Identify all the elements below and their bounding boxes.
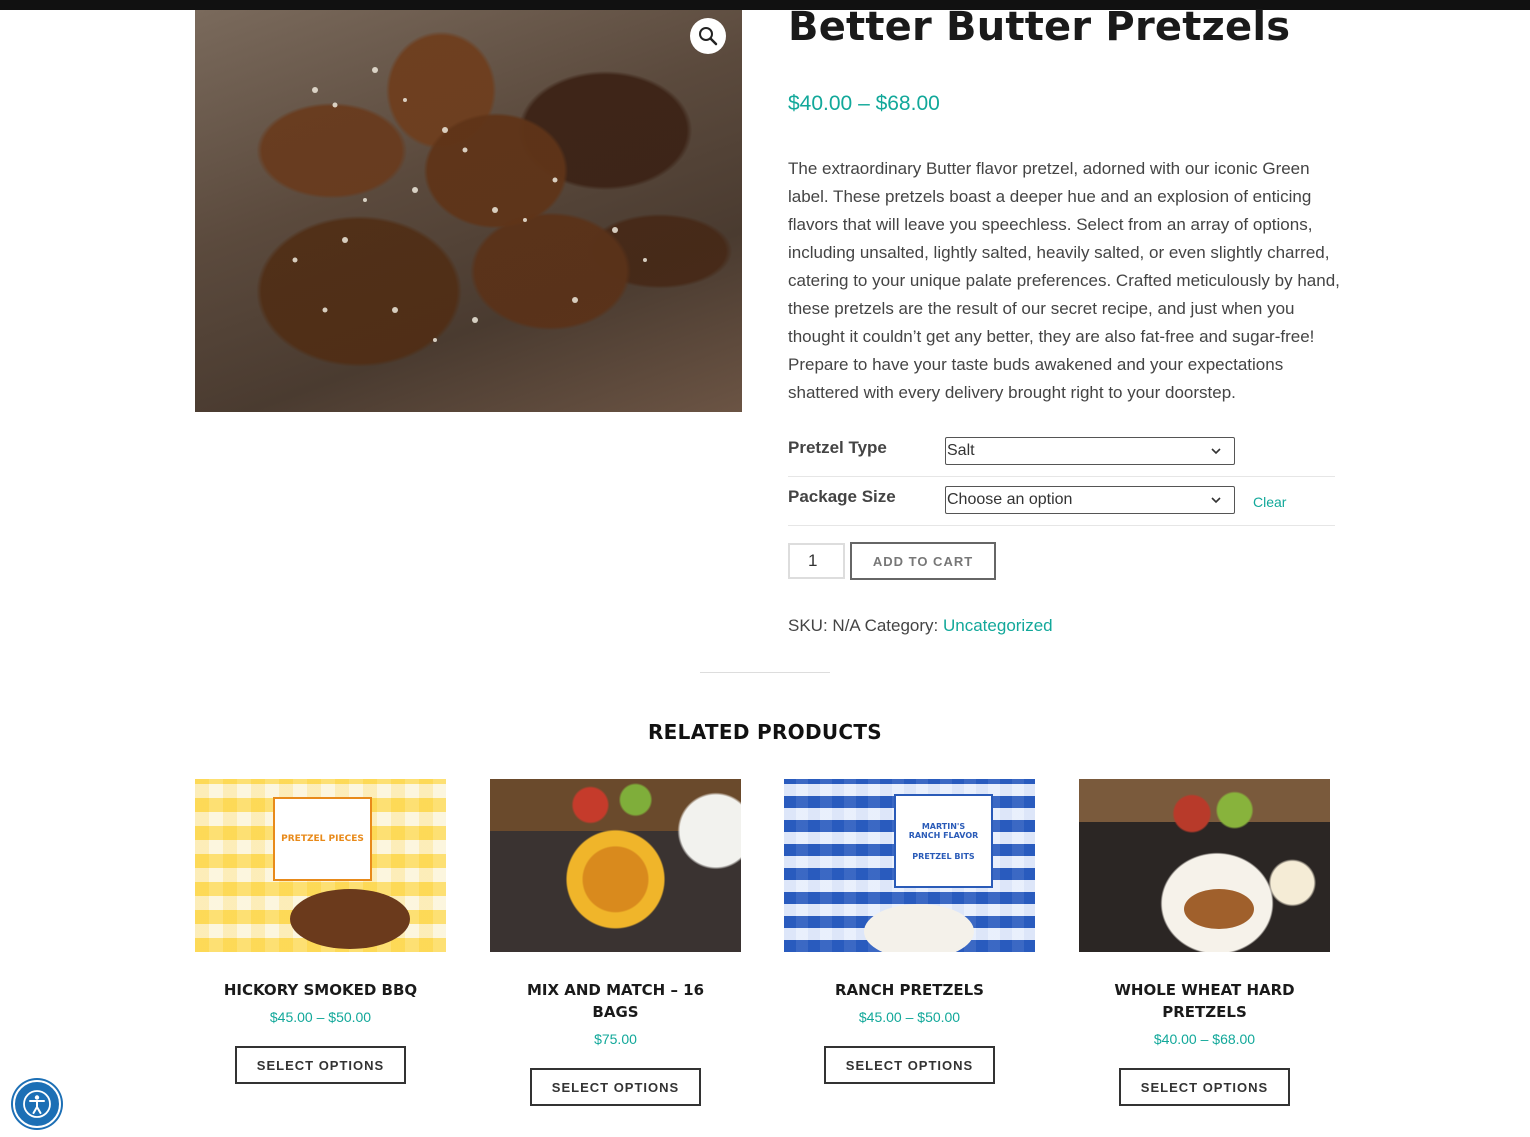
chevron-down-icon (1211, 497, 1221, 504)
accessibility-icon (23, 1090, 51, 1118)
related-product-price: $45.00 – $50.00 (858, 1009, 961, 1025)
snack-bowl (864, 904, 974, 952)
accessibility-button[interactable] (13, 1080, 61, 1128)
select-options-button[interactable]: SELECT OPTIONS (824, 1046, 995, 1084)
related-products-heading: RELATED PRODUCTS (647, 720, 883, 744)
related-product-price: $40.00 – $68.00 (1153, 1031, 1256, 1047)
related-product-title[interactable]: MIX AND MATCH – 16 BAGS (490, 979, 741, 1023)
top-bar (0, 0, 1530, 10)
product-description: The extraordinary Butter flavor pretzel,… (788, 159, 1340, 402)
magnifier-icon (699, 27, 718, 46)
product-meta: SKU: N/A Category: Uncategorized (788, 616, 1053, 636)
related-product-title[interactable]: HICKORY SMOKED BBQ (195, 979, 446, 1001)
related-product-card: WHOLE WHEAT HARD PRETZELS $40.00 – $68.0… (1079, 779, 1330, 1106)
pretzel-type-value: Salt (947, 442, 975, 459)
product-thumbnail[interactable] (1079, 779, 1330, 952)
pretzel-type-label: Pretzel Type (788, 438, 887, 457)
category-link[interactable]: Uncategorized (943, 616, 1053, 635)
bag-brand-text: MARTIN'S RANCH FLAVOR (908, 821, 979, 840)
related-product-title[interactable]: WHOLE WHEAT HARD PRETZELS (1079, 979, 1330, 1023)
related-product-card: MARTIN'S RANCH FLAVOR PRETZEL BITS RANCH… (784, 779, 1035, 1084)
pretzel-plate (1184, 889, 1254, 929)
quantity-input[interactable] (788, 543, 845, 579)
bag-label-text: PRETZEL BITS (912, 851, 975, 861)
package-size-label: Package Size (788, 487, 896, 506)
select-options-button[interactable]: SELECT OPTIONS (235, 1046, 406, 1084)
sku-label: SKU: (788, 616, 828, 635)
product-image[interactable] (195, 10, 742, 412)
product-price: $40.00 – $68.00 (788, 92, 940, 115)
product-thumbnail[interactable]: PRETZEL PIECES (195, 779, 446, 952)
variation-row-pretzel-type: Pretzel Type Salt (788, 428, 1335, 477)
chevron-down-icon (1211, 448, 1221, 455)
add-to-cart-button[interactable]: ADD TO CART (850, 542, 996, 580)
related-product-price: $45.00 – $50.00 (269, 1009, 372, 1025)
select-options-button[interactable]: SELECT OPTIONS (1119, 1068, 1290, 1106)
package-size-value: Choose an option (947, 491, 1073, 508)
product-thumbnail[interactable] (490, 779, 741, 952)
bag-label-text: PRETZEL PIECES (281, 834, 364, 844)
snack-bowl (290, 889, 410, 949)
category-label: Category: (864, 616, 939, 635)
variations-form: Pretzel Type Salt Package Size Choose an… (788, 428, 1335, 526)
product-thumbnail[interactable]: MARTIN'S RANCH FLAVOR PRETZEL BITS (784, 779, 1035, 952)
select-options-button[interactable]: SELECT OPTIONS (530, 1068, 701, 1106)
sku-value: N/A (832, 616, 860, 635)
related-product-card: PRETZEL PIECES HICKORY SMOKED BBQ $45.00… (195, 779, 446, 1084)
bag-label: PRETZEL PIECES (273, 797, 372, 881)
product-title: Better Butter Pretzels (788, 4, 1291, 50)
related-product-price: $75.00 (594, 1031, 637, 1047)
bag-label: MARTIN'S RANCH FLAVOR PRETZEL BITS (894, 794, 993, 888)
related-product-title[interactable]: RANCH PRETZELS (784, 979, 1035, 1001)
clear-variations-link[interactable]: Clear (1253, 494, 1286, 510)
pretzel-photo (292, 67, 647, 342)
variation-row-package-size: Package Size Choose an option Clear (788, 477, 1335, 526)
section-divider (700, 672, 830, 673)
pretzel-type-select[interactable]: Salt (945, 437, 1235, 465)
zoom-button[interactable] (690, 18, 726, 54)
related-product-card: MIX AND MATCH – 16 BAGS $75.00 SELECT OP… (490, 779, 741, 1106)
package-size-select[interactable]: Choose an option (945, 486, 1235, 514)
